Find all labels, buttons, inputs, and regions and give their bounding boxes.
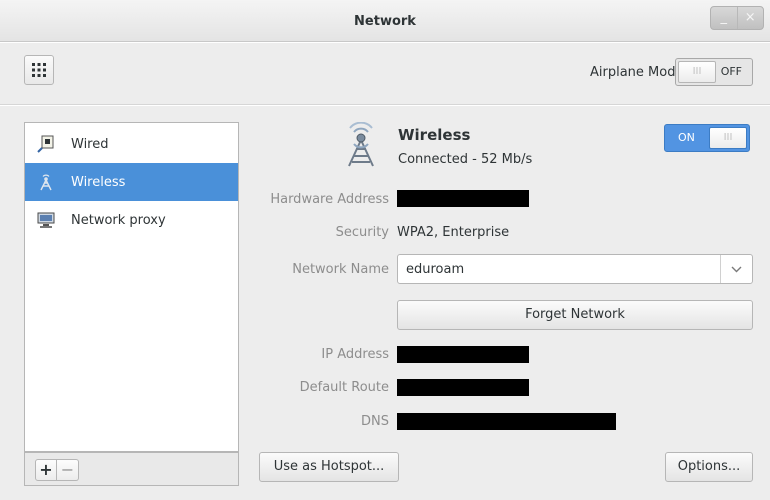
window-titlebar[interactable]: Network _ × — [0, 0, 770, 42]
minimize-button[interactable]: _ — [711, 7, 738, 29]
window-title: Network — [354, 14, 416, 29]
all-settings-button[interactable] — [24, 55, 54, 85]
window-controls: _ × — [710, 6, 764, 30]
device-list: Wired Wireless Network proxy — [24, 122, 239, 452]
ip-address-label: IP Address — [321, 347, 389, 362]
header-toolbar: Airplane Mode III OFF — [0, 43, 770, 105]
sidebar-item-wired[interactable]: Wired — [25, 125, 238, 163]
device-list-controls: + − — [24, 452, 239, 486]
hardware-address-label: Hardware Address — [270, 192, 389, 207]
use-as-hotspot-button[interactable]: Use as Hotspot... — [259, 452, 399, 482]
sidebar-item-label: Wireless — [71, 174, 126, 190]
sidebar-item-wireless[interactable]: Wireless — [25, 163, 238, 201]
airplane-mode-switch[interactable]: III OFF — [675, 58, 753, 86]
main-content: Wired Wireless Network proxy + − Wireles… — [0, 106, 770, 500]
chevron-down-icon — [720, 255, 752, 283]
grid-icon — [32, 63, 46, 77]
add-device-button[interactable]: + — [35, 459, 57, 481]
ip-address-redacted — [397, 346, 529, 363]
hardware-address-redacted — [397, 190, 529, 207]
dns-label: DNS — [361, 414, 389, 429]
sidebar-item-network-proxy[interactable]: Network proxy — [25, 201, 238, 239]
network-name-dropdown[interactable]: eduroam — [397, 254, 753, 284]
switch-knob: III — [678, 61, 716, 83]
wireless-power-switch[interactable]: ON III — [664, 124, 750, 152]
security-value: WPA2, Enterprise — [397, 225, 510, 240]
device-title: Wireless — [398, 126, 471, 144]
wired-network-icon — [37, 135, 55, 153]
airplane-mode-label: Airplane Mode — [590, 65, 684, 80]
network-name-value: eduroam — [406, 262, 465, 277]
wireless-tower-icon — [338, 121, 384, 168]
security-label: Security — [335, 225, 389, 240]
sidebar-item-label: Network proxy — [71, 212, 166, 228]
close-button[interactable]: × — [738, 7, 764, 29]
sidebar-item-label: Wired — [71, 136, 109, 152]
default-route-label: Default Route — [299, 380, 389, 395]
options-button[interactable]: Options... — [665, 452, 753, 482]
default-route-redacted — [397, 379, 529, 396]
proxy-icon — [37, 211, 55, 229]
network-name-label: Network Name — [292, 262, 389, 277]
switch-state-label: ON — [678, 131, 695, 144]
remove-device-button[interactable]: − — [57, 459, 79, 481]
wireless-tower-icon — [37, 173, 55, 191]
connection-status: Connected - 52 Mb/s — [398, 152, 533, 167]
dns-redacted — [397, 413, 616, 430]
switch-knob: III — [709, 127, 747, 149]
forget-network-button[interactable]: Forget Network — [397, 300, 753, 330]
switch-state-label: OFF — [720, 65, 742, 78]
